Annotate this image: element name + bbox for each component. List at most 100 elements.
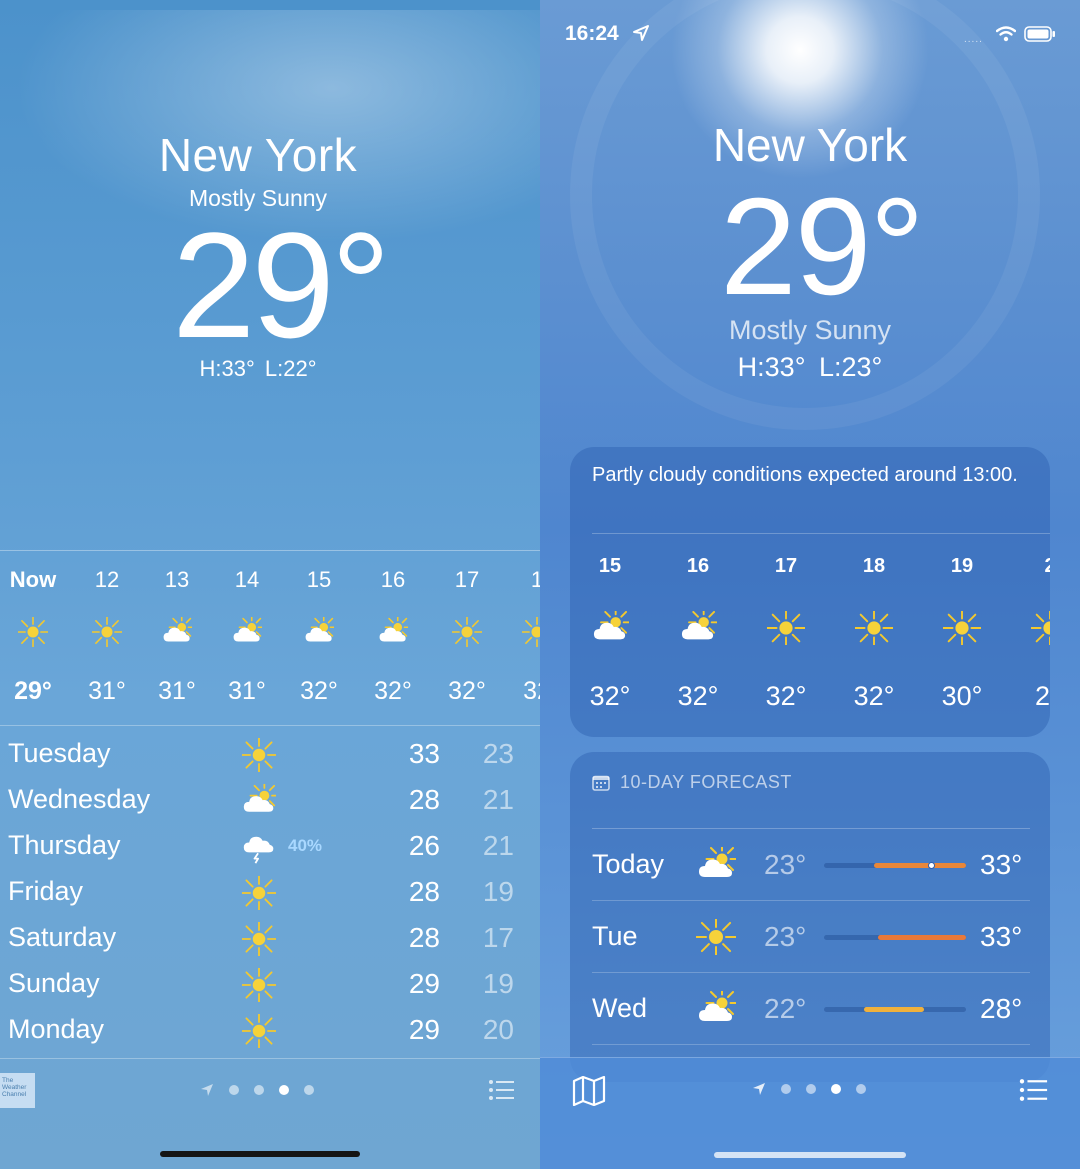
- list-icon[interactable]: [488, 1079, 516, 1101]
- page-dot[interactable]: [856, 1084, 866, 1094]
- thunderstorm-icon: [242, 830, 276, 864]
- forecast-header: 10-DAY FORECAST: [592, 772, 792, 793]
- day-low-temp: 19: [482, 876, 514, 907]
- weather-screen-right: 16:24 ..... New York 29° Mostly Sunny H:…: [540, 0, 1080, 1169]
- forecast-day: Tue: [592, 921, 638, 951]
- conditions-summary: Partly cloudy conditions expected around…: [592, 464, 1018, 486]
- location-arrow-icon: [633, 25, 649, 41]
- hour-temperature: 32°: [677, 681, 719, 711]
- day-row[interactable]: Saturday 28 17: [0, 916, 540, 962]
- weather-channel-logo[interactable]: The Weather Channel: [0, 1073, 35, 1108]
- hour-label: 16: [686, 555, 710, 577]
- current-temp-marker: [928, 862, 935, 869]
- status-time: 16:24: [565, 22, 619, 45]
- forecast-low: 22°: [764, 993, 807, 1024]
- day-low-temp: 21: [482, 830, 514, 861]
- hour-label: 1: [530, 567, 540, 592]
- hour-temperature: 32°: [374, 677, 412, 705]
- map-icon[interactable]: [572, 1076, 606, 1106]
- card-divider: [592, 533, 1050, 534]
- day-row[interactable]: Thursday 40% 26 21: [0, 824, 540, 870]
- page-dot[interactable]: [254, 1085, 264, 1095]
- sun-icon: [240, 874, 278, 912]
- sun-icon: [520, 615, 540, 649]
- day-low-temp: 21: [482, 784, 514, 815]
- day-row[interactable]: Friday 28 19: [0, 870, 540, 916]
- day-high-temp: 28: [408, 784, 440, 815]
- day-low-temp: 17: [482, 922, 514, 953]
- current-temperature: 29°: [720, 170, 925, 324]
- partly-cloudy-icon: [242, 780, 280, 818]
- sun-icon: [854, 608, 894, 648]
- day-low-temp: 19: [482, 968, 514, 999]
- page-indicator[interactable]: [752, 1082, 866, 1096]
- sun-icon: [240, 966, 278, 1004]
- home-indicator[interactable]: [714, 1152, 906, 1158]
- forecast-high: 33°: [980, 921, 1023, 952]
- partly-cloudy-icon: [232, 614, 265, 647]
- hour-label: 2: [1020, 555, 1050, 578]
- day-name: Saturday: [8, 922, 117, 952]
- day-row[interactable]: Sunday 29 19: [0, 962, 540, 1008]
- temperature-range-bar: [824, 862, 966, 869]
- day-name: Thursday: [8, 830, 121, 860]
- hour-label: 15: [306, 567, 332, 592]
- day-row[interactable]: Monday 29 20: [0, 1008, 540, 1054]
- page-dot[interactable]: [806, 1084, 816, 1094]
- precipitation-chance: 40%: [288, 836, 323, 855]
- page-indicator[interactable]: [200, 1083, 314, 1097]
- day-name: Friday: [8, 876, 84, 906]
- hourly-forecast-card[interactable]: Partly cloudy conditions expected around…: [570, 447, 1050, 737]
- forecast-row[interactable]: Today 23° 33°: [592, 829, 1030, 901]
- ten-day-forecast-card[interactable]: 10-DAY FORECAST Today 23° 33° Tue 23° 33° Wed 2…: [570, 752, 1050, 1082]
- day-high-temp: 29: [408, 1014, 440, 1045]
- sun-icon: [450, 615, 484, 649]
- page-dot[interactable]: [229, 1085, 239, 1095]
- page-dot[interactable]: [279, 1085, 289, 1095]
- page-dot[interactable]: [304, 1085, 314, 1095]
- high-low-temperature: H:33° L:23°: [737, 352, 883, 382]
- temperature-range-fill: [864, 1007, 924, 1012]
- hour-label: 12: [94, 567, 120, 592]
- page-dot[interactable]: [831, 1084, 841, 1094]
- home-indicator[interactable]: [160, 1151, 360, 1157]
- hour-temperature: 32°: [765, 681, 807, 711]
- temperature-range-fill: [878, 935, 966, 940]
- forecast-day: Wed: [592, 993, 648, 1023]
- weather-screen-left: New York Mostly Sunny 29° H:33° L:22° No…: [0, 0, 540, 1169]
- hour-label: 19: [950, 555, 974, 577]
- sun-icon: [90, 615, 124, 649]
- day-high-temp: 28: [408, 922, 440, 953]
- temperature-range-bar: [824, 935, 966, 940]
- hour-temperature: 32°: [448, 677, 486, 705]
- day-high-temp: 26: [408, 830, 440, 861]
- hour-temperature: 32°: [300, 677, 338, 705]
- battery-icon: [1024, 26, 1055, 42]
- hour-temperature: 29°: [14, 677, 52, 705]
- forecast-high: 28°: [980, 993, 1023, 1024]
- forecast-title: 10-DAY FORECAST: [620, 772, 792, 792]
- daily-forecast[interactable]: Tuesday 33 23 Wednesday 28 21 Thursday 40% 26 21 F…: [0, 732, 540, 1054]
- partly-cloudy-icon: [679, 606, 720, 645]
- bottom-toolbar: The Weather Channel: [0, 1058, 540, 1169]
- list-icon[interactable]: [1018, 1078, 1050, 1102]
- hour-temperature: 32°: [589, 681, 631, 711]
- day-row[interactable]: Tuesday 33 23: [0, 732, 540, 778]
- partly-cloudy-icon: [162, 614, 195, 647]
- day-row[interactable]: Wednesday 28 21: [0, 778, 540, 824]
- hour-temperature: 32°: [853, 681, 895, 711]
- day-high-temp: 33: [408, 738, 440, 769]
- forecast-row[interactable]: Tue 23° 33°: [592, 901, 1030, 973]
- forecast-row[interactable]: Wed 22° 28°: [592, 973, 1030, 1045]
- sun-icon: [942, 608, 982, 648]
- status-bar: 16:24 .....: [540, 20, 1080, 48]
- hour-temperature: 28: [1034, 681, 1050, 711]
- hour-temperature: 31°: [228, 677, 266, 705]
- hourly-forecast[interactable]: Now 29° 12 31° 13 31° 14 31° 15 32° 16 32° 17 32° 1 32: [0, 550, 540, 726]
- hour-temperature: 31°: [88, 677, 126, 705]
- forecast-high: 33°: [980, 849, 1023, 880]
- page-dot[interactable]: [781, 1084, 791, 1094]
- temperature-range-bar: [824, 1007, 966, 1012]
- current-condition: Mostly Sunny: [728, 315, 892, 345]
- hour-temperature: 30°: [941, 681, 983, 711]
